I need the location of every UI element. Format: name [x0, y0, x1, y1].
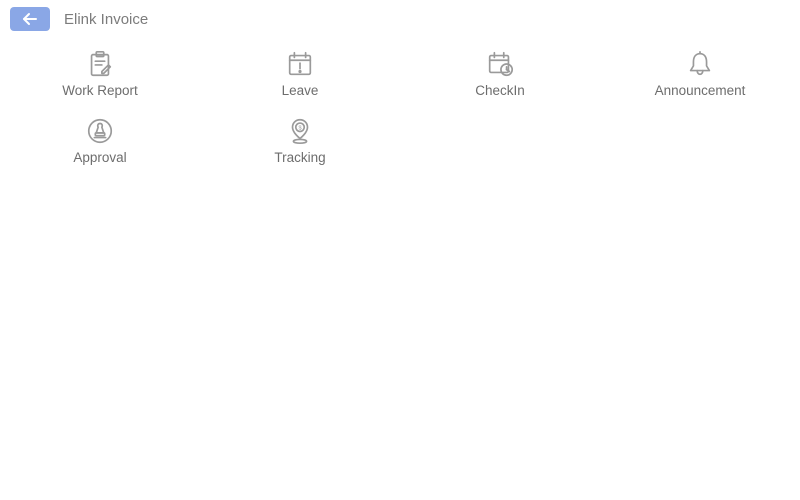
- module-leave[interactable]: Leave: [200, 43, 400, 104]
- module-grid: Work Report Leave: [0, 35, 800, 171]
- location-dollar-icon: $: [283, 114, 317, 148]
- stamp-icon: [83, 114, 117, 148]
- module-label: CheckIn: [475, 83, 525, 98]
- arrow-left-icon: [22, 12, 38, 26]
- module-announcement[interactable]: Announcement: [600, 43, 800, 104]
- bell-icon: [683, 47, 717, 81]
- page-title: Elink Invoice: [64, 11, 148, 28]
- clipboard-edit-icon: [83, 47, 117, 81]
- module-tracking[interactable]: $ Tracking: [200, 110, 400, 171]
- calendar-clock-icon: [483, 47, 517, 81]
- module-label: Announcement: [655, 83, 746, 98]
- module-label: Approval: [73, 150, 126, 165]
- module-approval[interactable]: Approval: [0, 110, 200, 171]
- module-work-report[interactable]: Work Report: [0, 43, 200, 104]
- module-label: Tracking: [274, 150, 325, 165]
- calendar-alert-icon: [283, 47, 317, 81]
- module-label: Leave: [282, 83, 319, 98]
- back-button[interactable]: [10, 7, 50, 31]
- module-label: Work Report: [62, 83, 138, 98]
- header: Elink Invoice: [0, 0, 800, 35]
- module-checkin[interactable]: CheckIn: [400, 43, 600, 104]
